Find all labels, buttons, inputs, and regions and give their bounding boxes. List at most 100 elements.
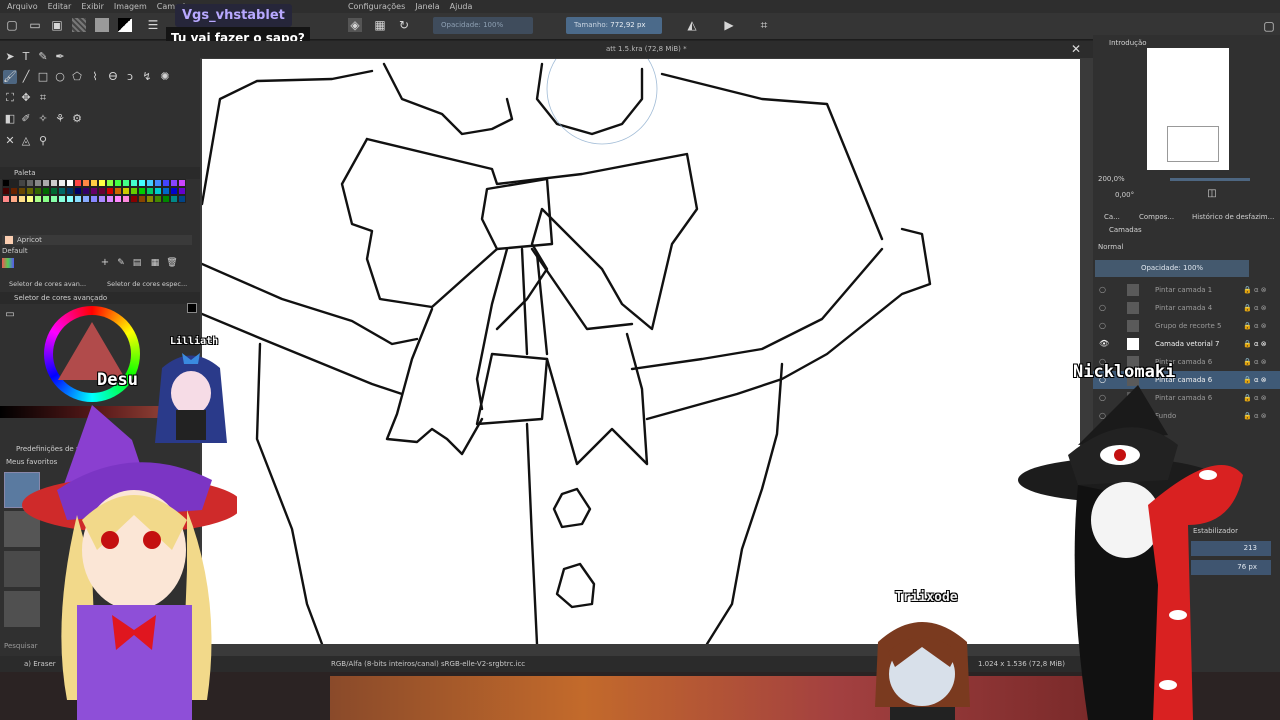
layer-lock-icon[interactable]: 🔒 α ⊗ [1243, 281, 1267, 299]
visibility-eye-icon[interactable]: ○ [1099, 317, 1106, 335]
palette-swatch[interactable] [26, 187, 34, 195]
palette-swatch[interactable] [106, 179, 114, 187]
window-layout-icon[interactable]: ▢ [1262, 19, 1276, 33]
edit-shapes-icon[interactable]: ✎ [36, 50, 50, 64]
gradient-icon[interactable] [72, 18, 86, 32]
palette-swatch[interactable] [82, 187, 90, 195]
palette-swatch[interactable] [66, 187, 74, 195]
palette-swatch[interactable] [146, 187, 154, 195]
dynamic-brush-icon[interactable]: ↯ [140, 70, 154, 84]
palette-swatch[interactable] [26, 179, 34, 187]
transform-tool-icon[interactable]: ⛶ [3, 91, 17, 105]
palette-swatch[interactable] [154, 187, 162, 195]
palette-swatch[interactable] [138, 187, 146, 195]
line-tool-icon[interactable]: ╱ [19, 70, 33, 84]
visibility-eye-icon[interactable]: ○ [1099, 299, 1106, 317]
palette-swatch[interactable] [74, 179, 82, 187]
preserve-alpha-icon[interactable]: ▦ [373, 18, 387, 32]
mirror-horizontal-icon[interactable]: ◭ [685, 18, 699, 32]
palette-swatch[interactable] [90, 195, 98, 203]
palette-swatch[interactable] [154, 195, 162, 203]
palette-swatch[interactable] [42, 195, 50, 203]
layer-lock-icon[interactable]: 🔒 α ⊗ [1243, 317, 1267, 335]
palette-swatch[interactable] [122, 195, 130, 203]
palette-swatch[interactable] [18, 195, 26, 203]
palette-swatch[interactable] [130, 179, 138, 187]
palette-swatch[interactable] [50, 187, 58, 195]
palette-swatch[interactable] [10, 179, 18, 187]
palette-swatch[interactable] [122, 179, 130, 187]
ellipse-tool-icon[interactable]: ○ [53, 70, 67, 84]
palette-swatch[interactable] [2, 179, 10, 187]
palette-swatch[interactable] [114, 179, 122, 187]
palette-swatch[interactable] [170, 187, 178, 195]
palette-swatch[interactable] [170, 195, 178, 203]
palette-set-name[interactable]: Default [2, 247, 28, 255]
palette-swatch[interactable] [18, 179, 26, 187]
palette-swatch[interactable] [58, 179, 66, 187]
menu-arquivo[interactable]: Arquivo [0, 2, 43, 11]
grid-view-icon[interactable]: ▦ [148, 256, 162, 270]
layer-row[interactable]: 👁 Camada vetorial 7 🔒 α ⊗ [1093, 335, 1280, 353]
document-tab[interactable]: att 1.5.kra (72,8 MiB) * [200, 41, 1093, 58]
palette-swatch[interactable] [50, 195, 58, 203]
layer-opacity-slider[interactable]: Opacidade: 100% [1095, 260, 1249, 277]
foreground-background-color-icon[interactable] [118, 18, 132, 32]
palette-swatch[interactable] [66, 179, 74, 187]
crop-tool-icon[interactable]: ⌗ [36, 91, 50, 105]
dock-tab-compositions[interactable]: Compos... [1139, 213, 1174, 221]
dock-tab-layers[interactable]: Ca... [1104, 213, 1120, 221]
zoom-value[interactable]: 200,0% [1098, 175, 1125, 183]
blend-mode-select[interactable]: Normal [1098, 243, 1123, 251]
palette-swatch[interactable] [34, 195, 42, 203]
color-picker-icon[interactable]: ✐ [19, 112, 33, 126]
palette-swatch[interactable] [98, 195, 106, 203]
brush-settings-icon[interactable]: ☰ [146, 18, 160, 32]
menu-janela[interactable]: Janela [410, 2, 444, 11]
select-tool-icon[interactable]: ➤ [3, 50, 17, 64]
freehand-brush-icon[interactable]: 🖌 [3, 70, 17, 84]
rotation-value[interactable]: 0,00° [1115, 191, 1134, 199]
palette-swatch[interactable] [42, 179, 50, 187]
rectangle-tool-icon[interactable]: □ [36, 70, 50, 84]
new-document-icon[interactable]: ▢ [5, 18, 19, 32]
palette-swatch[interactable] [58, 187, 66, 195]
palette-swatch[interactable] [178, 187, 186, 195]
palette-swatch[interactable] [10, 195, 18, 203]
palette-swatch[interactable] [162, 187, 170, 195]
menu-exibir[interactable]: Exibir [76, 2, 109, 11]
palette-swatch[interactable] [178, 195, 186, 203]
measure-tool-icon[interactable]: ◬ [19, 134, 33, 148]
palette-swatch[interactable] [74, 187, 82, 195]
palette-swatch[interactable] [130, 187, 138, 195]
palette-swatch[interactable] [106, 187, 114, 195]
palette-swatch[interactable] [82, 179, 90, 187]
palette-swatches[interactable] [2, 179, 186, 229]
palette-swatch[interactable] [114, 187, 122, 195]
menu-editar[interactable]: Editar [43, 2, 77, 11]
opacity-field[interactable]: Opacidade: 100% [433, 17, 533, 34]
palette-swatch[interactable] [130, 195, 138, 203]
palette-swatch[interactable] [146, 179, 154, 187]
palette-swatch[interactable] [74, 195, 82, 203]
assistant-tool-icon[interactable]: ✕ [3, 134, 17, 148]
palette-swatch[interactable] [162, 195, 170, 203]
menu-configuracoes[interactable]: Configurações [343, 2, 410, 11]
palette-swatch[interactable] [98, 179, 106, 187]
palette-swatch[interactable] [122, 187, 130, 195]
palette-swatch[interactable] [98, 187, 106, 195]
palette-swatch[interactable] [154, 179, 162, 187]
add-swatch-icon[interactable]: + [98, 256, 112, 270]
layer-row[interactable]: ○ Pintar camada 1 🔒 α ⊗ [1093, 281, 1280, 299]
move-tool-icon[interactable]: ✥ [19, 91, 33, 105]
bezier-tool-icon[interactable]: Ꮎ [106, 70, 120, 84]
polyline-tool-icon[interactable]: ⌇ [88, 70, 102, 84]
palette-swatch[interactable] [10, 187, 18, 195]
text-tool-icon[interactable]: T [19, 50, 33, 64]
palette-swatch[interactable] [170, 179, 178, 187]
freehand-path-icon[interactable]: ↄ [123, 70, 137, 84]
palette-swatch[interactable] [82, 195, 90, 203]
palette-swatch[interactable] [18, 187, 26, 195]
palette-swatch[interactable] [162, 179, 170, 187]
palette-swatch[interactable] [138, 179, 146, 187]
